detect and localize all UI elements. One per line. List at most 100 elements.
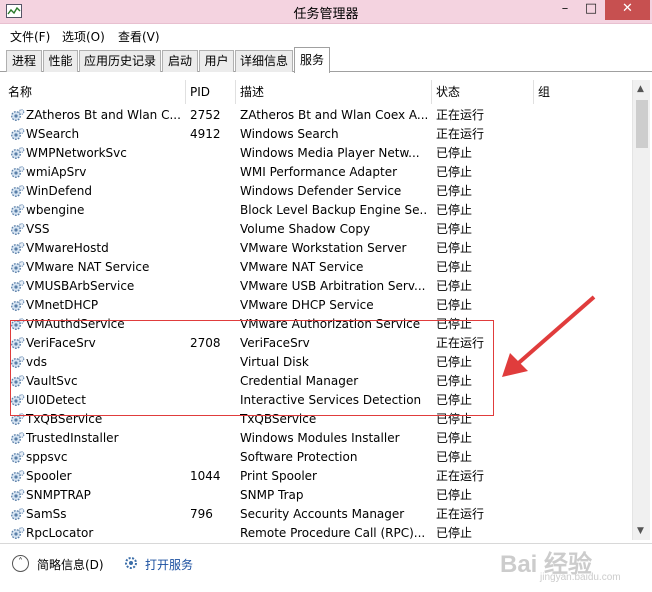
tab-bar: 进程 性能 应用历史记录 启动 用户 详细信息 服务	[0, 46, 652, 73]
service-gear-icon	[11, 413, 25, 425]
service-status: 已停止	[436, 450, 473, 464]
scrollbar-thumb[interactable]	[636, 100, 648, 148]
service-description: VMware Workstation Server	[240, 241, 407, 255]
service-pid: 2708	[190, 336, 221, 350]
watermark-url: jingyan.baidu.com	[540, 572, 621, 583]
service-name: VeriFaceSrv	[26, 336, 96, 350]
service-row[interactable]: RpcLocator Remote Procedure Call (RPC)...…	[4, 524, 630, 540]
service-gear-icon	[11, 128, 25, 140]
tab-services[interactable]: 服务	[294, 47, 330, 73]
column-header-name[interactable]: 名称	[4, 80, 186, 104]
maximize-button[interactable]: □	[578, 0, 604, 20]
tab-app-history[interactable]: 应用历史记录	[79, 50, 161, 72]
service-name: ZAtheros Bt and Wlan C...	[26, 108, 181, 122]
open-services-link[interactable]: 打开服务	[145, 556, 193, 573]
tab-users[interactable]: 用户	[199, 50, 234, 72]
service-description: TxQBService	[240, 412, 317, 426]
service-name: VaultSvc	[26, 374, 78, 388]
service-name: VMnetDHCP	[26, 298, 99, 312]
service-description: Credential Manager	[240, 374, 359, 388]
service-row[interactable]: wbengine Block Level Backup Engine Se... 已…	[4, 201, 630, 220]
service-status: 已停止	[436, 526, 473, 540]
service-gear-icon	[11, 223, 25, 235]
service-gear-icon	[11, 166, 25, 178]
menu-file[interactable]: 文件(F)	[10, 28, 50, 45]
service-gear-icon	[11, 147, 25, 159]
service-name: wbengine	[26, 203, 85, 217]
tab-performance[interactable]: 性能	[43, 50, 78, 72]
service-name: TxQBService	[26, 412, 103, 426]
services-list[interactable]: 名称 PID 描述 状态 组 ˄ ZAtheros Bt and Wlan C.…	[4, 80, 650, 540]
service-row[interactable]: TrustedInstaller Windows Modules Installe…	[4, 429, 630, 448]
column-header-pid[interactable]: PID	[186, 80, 236, 104]
service-row[interactable]: VMware NAT Service VMware NAT Service 已停止	[4, 258, 630, 277]
service-gear-icon	[11, 375, 25, 387]
service-row[interactable]: WMPNetworkSvc Windows Media Player Netw..…	[4, 144, 630, 163]
service-pid: 796	[190, 507, 213, 521]
service-row[interactable]: VSS Volume Shadow Copy 已停止	[4, 220, 630, 239]
service-description: VMware NAT Service	[240, 260, 364, 274]
service-gear-icon	[11, 527, 25, 539]
service-status: 已停止	[436, 203, 473, 217]
service-name: sppsvc	[26, 450, 68, 464]
service-name: SamSs	[26, 507, 67, 521]
tab-details[interactable]: 详细信息	[235, 50, 293, 72]
service-gear-icon	[11, 337, 25, 349]
service-gear-icon	[11, 451, 25, 463]
service-gear-icon	[11, 261, 25, 273]
service-gear-icon	[11, 508, 25, 520]
service-name: vds	[26, 355, 47, 369]
service-status: 已停止	[436, 165, 473, 179]
service-row[interactable]: WSearch 4912 Windows Search 正在运行	[4, 125, 630, 144]
service-gear-icon	[11, 242, 25, 254]
services-gear-icon	[125, 557, 137, 569]
service-status: 已停止	[436, 146, 473, 160]
service-gear-icon	[11, 432, 25, 444]
service-name: wmiApSrv	[26, 165, 87, 179]
tab-processes[interactable]: 进程	[6, 50, 42, 72]
service-status: 正在运行	[436, 127, 485, 141]
footer-bar: ˄ 简略信息(D) 打开服务 Bai 经验 jingyan.baidu.com	[0, 543, 652, 592]
menu-view[interactable]: 查看(V)	[118, 28, 160, 45]
service-status: 正在运行	[436, 108, 485, 122]
service-status: 已停止	[436, 241, 473, 255]
service-name: VMware NAT Service	[26, 260, 150, 274]
menu-options[interactable]: 选项(O)	[62, 28, 105, 45]
service-row[interactable]: VMwareHostd VMware Workstation Server 已停止	[4, 239, 630, 258]
service-description: WMI Performance Adapter	[240, 165, 398, 179]
service-pid: 2752	[190, 108, 221, 122]
service-row[interactable]: sppsvc Software Protection 已停止	[4, 448, 630, 467]
service-name: VMwareHostd	[26, 241, 109, 255]
service-name: TrustedInstaller	[26, 431, 119, 445]
service-name: VMAuthdService	[26, 317, 125, 331]
service-description: Interactive Services Detection	[240, 393, 422, 407]
service-name: WinDefend	[26, 184, 92, 198]
service-status: 已停止	[436, 412, 473, 426]
scroll-down-icon[interactable]: ▼	[637, 526, 644, 536]
less-details-button[interactable]: 简略信息(D)	[37, 556, 104, 573]
service-row[interactable]: wmiApSrv WMI Performance Adapter 已停止	[4, 163, 630, 182]
service-name: SNMPTRAP	[26, 488, 91, 502]
column-header-description[interactable]: 描述	[236, 80, 432, 104]
vertical-scrollbar[interactable]: ▲ ▼	[632, 80, 650, 540]
service-description: Remote Procedure Call (RPC)...	[240, 526, 426, 540]
column-header-status[interactable]: 状态	[432, 80, 534, 104]
service-row[interactable]: TxQBService TxQBService 已停止	[4, 410, 630, 429]
chevron-up-icon[interactable]: ˄	[12, 555, 29, 572]
minimize-button[interactable]: –	[552, 0, 578, 20]
service-row[interactable]: ZAtheros Bt and Wlan C... 2752 ZAtheros Bt…	[4, 106, 630, 125]
tab-startup[interactable]: 启动	[162, 50, 198, 72]
service-row[interactable]: SNMPTRAP SNMP Trap 已停止	[4, 486, 630, 505]
service-description: Security Accounts Manager	[240, 507, 405, 521]
service-status: 已停止	[436, 431, 473, 445]
service-gear-icon	[11, 109, 25, 121]
service-row[interactable]: WinDefend Windows Defender Service 已停止	[4, 182, 630, 201]
service-description: Software Protection	[240, 450, 358, 464]
service-pid: 1044	[190, 469, 221, 483]
service-row[interactable]: Spooler 1044 Print Spooler 正在运行	[4, 467, 630, 486]
service-row[interactable]: SamSs 796 Security Accounts Manager 正在运行	[4, 505, 630, 524]
title-bar[interactable]: 任务管理器 – □ ✕	[0, 0, 652, 24]
service-description: ZAtheros Bt and Wlan Coex A...	[240, 108, 427, 122]
close-button[interactable]: ✕	[605, 0, 650, 20]
scroll-up-icon[interactable]: ▲	[637, 84, 644, 94]
